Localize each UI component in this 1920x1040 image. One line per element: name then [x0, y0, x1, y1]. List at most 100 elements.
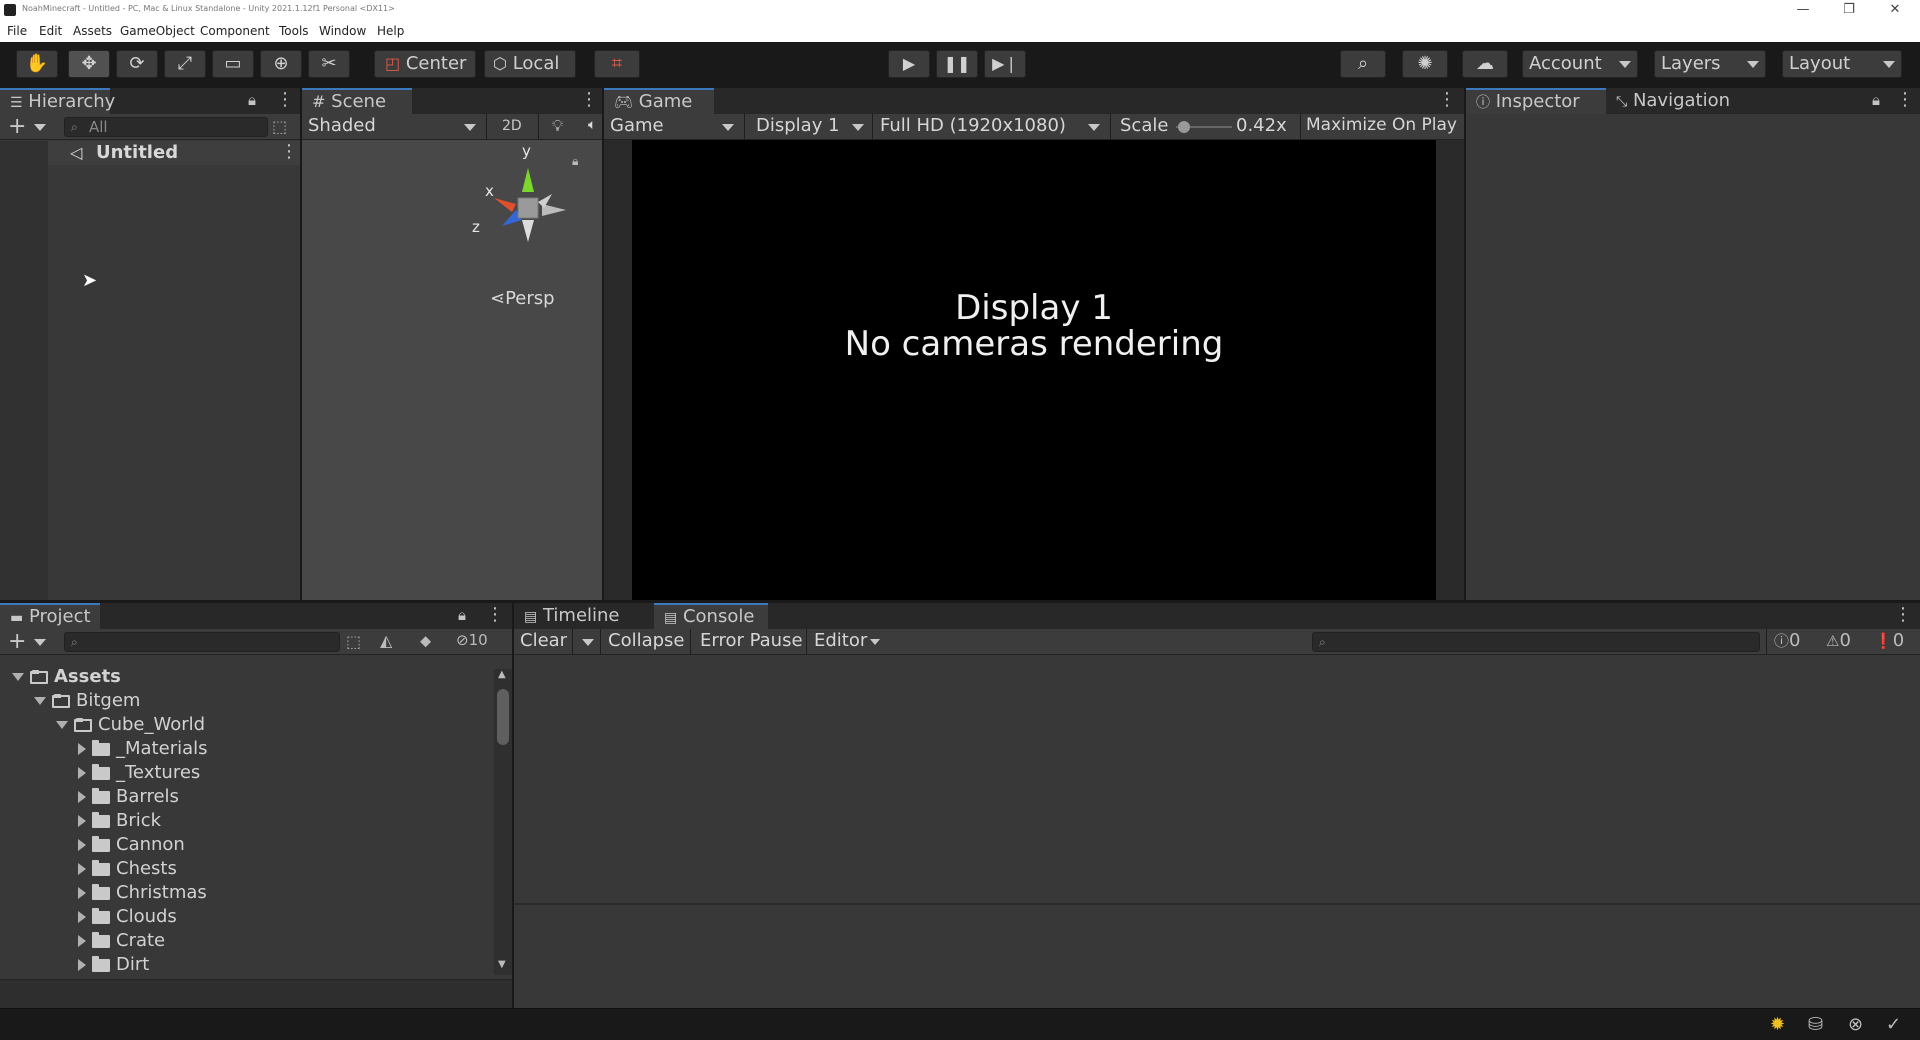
error-count-toggle[interactable]: ❗0 — [1874, 630, 1904, 651]
project-tree-item[interactable]: _Materials — [78, 737, 208, 761]
filter-type-icon[interactable]: ◭ — [380, 631, 392, 650]
2d-toggle[interactable]: 2D — [502, 118, 522, 134]
minimize-button[interactable]: — — [1780, 0, 1826, 20]
menu-assets[interactable]: Assets — [73, 24, 112, 38]
console-search-input[interactable]: ⌕ — [1312, 632, 1760, 652]
hierarchy-menu-icon[interactable] — [276, 89, 294, 110]
menu-file[interactable]: File — [7, 24, 27, 38]
project-scrollbar[interactable]: ▲ ▼ — [494, 669, 512, 975]
play-button[interactable]: ▶ — [888, 50, 930, 78]
project-menu-icon[interactable] — [486, 604, 504, 625]
collapsed-arrow-icon[interactable] — [78, 935, 86, 947]
log-count-toggle[interactable]: ⓘ0 — [1774, 630, 1800, 651]
shading-dropdown[interactable]: Shaded — [302, 114, 482, 140]
add-icon[interactable]: + — [8, 629, 26, 654]
close-button[interactable]: ✕ — [1872, 0, 1918, 20]
rect-tool-icon[interactable]: ▭ — [212, 50, 254, 78]
add-icon[interactable]: + — [8, 114, 26, 139]
hand-tool-icon[interactable]: ✋ — [16, 50, 58, 78]
collapsed-arrow-icon[interactable] — [78, 743, 86, 755]
gizmo-lock-icon[interactable]: 🔒︎ — [572, 154, 578, 169]
scroll-up-icon[interactable]: ▲ — [498, 669, 506, 680]
project-tree-item[interactable]: Clouds — [78, 905, 177, 929]
scale-slider[interactable] — [1176, 114, 1232, 140]
tab-console[interactable]: ▤ Console — [654, 603, 768, 629]
cloud-icon[interactable]: ☁ — [1462, 50, 1508, 78]
pivot-center-button[interactable]: ◰ Center — [374, 50, 476, 78]
maximize-on-play-toggle[interactable]: Maximize On Play — [1306, 115, 1457, 135]
scene-viewport[interactable]: y x z 🔒︎ ⋖Persp — [302, 140, 602, 600]
search-by-type-icon[interactable]: ⬚ — [346, 632, 361, 651]
project-tree-item[interactable]: Christmas — [78, 881, 207, 905]
pause-button[interactable]: ❚❚ — [936, 50, 978, 78]
project-tree-item[interactable]: Cube_World — [56, 713, 205, 737]
gizmo-y-axis[interactable] — [522, 168, 534, 192]
clear-button[interactable]: Clear — [520, 630, 567, 651]
maximize-button[interactable]: ❐ — [1826, 0, 1872, 20]
menu-window[interactable]: Window — [319, 24, 366, 38]
gizmo-neg-x-axis[interactable] — [542, 204, 566, 216]
progress-check-icon[interactable]: ✓ — [1886, 1014, 1901, 1035]
game-view-dropdown[interactable]: Game — [604, 114, 740, 140]
lighting-icon[interactable]: 💡︎ — [552, 116, 563, 136]
expanded-arrow-icon[interactable] — [56, 721, 68, 729]
hidden-packages-toggle[interactable]: ⊘10 — [456, 631, 488, 649]
collapsed-arrow-icon[interactable] — [78, 839, 86, 851]
scale-slider-thumb[interactable] — [1178, 121, 1191, 133]
game-menu-icon[interactable] — [1438, 89, 1456, 110]
menu-edit[interactable]: Edit — [39, 24, 62, 38]
menu-help[interactable]: Help — [377, 24, 404, 38]
clear-options-dropdown[interactable] — [582, 639, 594, 646]
hierarchy-scene-row[interactable]: ◁ Untitled — [48, 141, 300, 165]
gizmo-neg-z-axis[interactable] — [538, 194, 552, 208]
scene-menu-icon[interactable] — [580, 89, 598, 110]
bug-icon[interactable]: ✹ — [1770, 1014, 1785, 1035]
expanded-arrow-icon[interactable] — [12, 673, 24, 681]
collapsed-arrow-icon[interactable] — [78, 863, 86, 875]
project-tree-item[interactable]: Assets — [12, 665, 121, 689]
services-icon[interactable]: ✺ — [1402, 50, 1448, 78]
layers-dropdown[interactable]: Layers — [1654, 50, 1766, 78]
custom-tool-icon[interactable]: ✂ — [308, 50, 350, 78]
project-tree-item[interactable]: Barrels — [78, 785, 179, 809]
cache-server-icon[interactable]: ⛁ — [1808, 1014, 1823, 1035]
lock-icon[interactable]: 🔒︎ — [248, 91, 256, 109]
step-button[interactable]: ▶❘ — [984, 50, 1026, 78]
inspector-menu-icon[interactable] — [1896, 89, 1914, 110]
account-dropdown[interactable]: Account — [1522, 50, 1638, 78]
console-menu-icon[interactable] — [1894, 604, 1912, 625]
gizmo-x-axis[interactable] — [494, 198, 516, 212]
resolution-dropdown[interactable]: Full HD (1920x1080) — [874, 114, 1106, 140]
error-pause-toggle[interactable]: Error Pause — [700, 630, 803, 651]
tab-scene[interactable]: # Scene — [302, 88, 412, 114]
project-tree-item[interactable]: Bitgem — [34, 689, 140, 713]
collapsed-arrow-icon[interactable] — [78, 911, 86, 923]
gizmo-center-cube[interactable] — [517, 197, 539, 219]
scene-search-icon[interactable]: ⬚ — [272, 117, 287, 136]
display-dropdown[interactable]: Display 1 — [748, 114, 870, 140]
warning-count-toggle[interactable]: ⚠0 — [1826, 630, 1851, 651]
tab-hierarchy[interactable]: ☰ Hierarchy — [0, 88, 115, 114]
move-tool-icon[interactable]: ✥ — [68, 50, 110, 78]
chevron-down-icon[interactable] — [34, 124, 46, 131]
collapsed-arrow-icon[interactable] — [78, 791, 86, 803]
projection-toggle[interactable]: ⋖Persp — [490, 288, 555, 309]
project-tree-item[interactable]: Chests — [78, 857, 177, 881]
layout-dropdown[interactable]: Layout — [1782, 50, 1902, 78]
collapsed-arrow-icon[interactable] — [78, 887, 86, 899]
grid-snap-icon[interactable]: ⌗ — [594, 50, 640, 78]
menu-component[interactable]: Component — [200, 24, 270, 38]
search-icon[interactable]: ⌕ — [1340, 50, 1386, 78]
project-search-input[interactable]: ⌕ — [64, 632, 340, 652]
tab-timeline[interactable]: ▤ Timeline — [514, 603, 650, 629]
collapse-toggle[interactable]: Collapse — [608, 630, 685, 651]
audio-icon[interactable]: 🔈︎ — [588, 117, 596, 133]
gizmo-neg-y-axis[interactable] — [522, 220, 534, 242]
tab-project[interactable]: ▬ Project — [0, 603, 100, 629]
chevron-down-icon[interactable] — [34, 639, 46, 646]
tab-navigation[interactable]: ⤡ Navigation — [1606, 88, 1756, 114]
hierarchy-search-input[interactable]: ⌕ All — [64, 117, 268, 137]
collapsed-arrow-icon[interactable] — [78, 767, 86, 779]
collapsed-arrow-icon[interactable] — [78, 959, 86, 971]
project-tree-item[interactable]: Brick — [78, 809, 161, 833]
